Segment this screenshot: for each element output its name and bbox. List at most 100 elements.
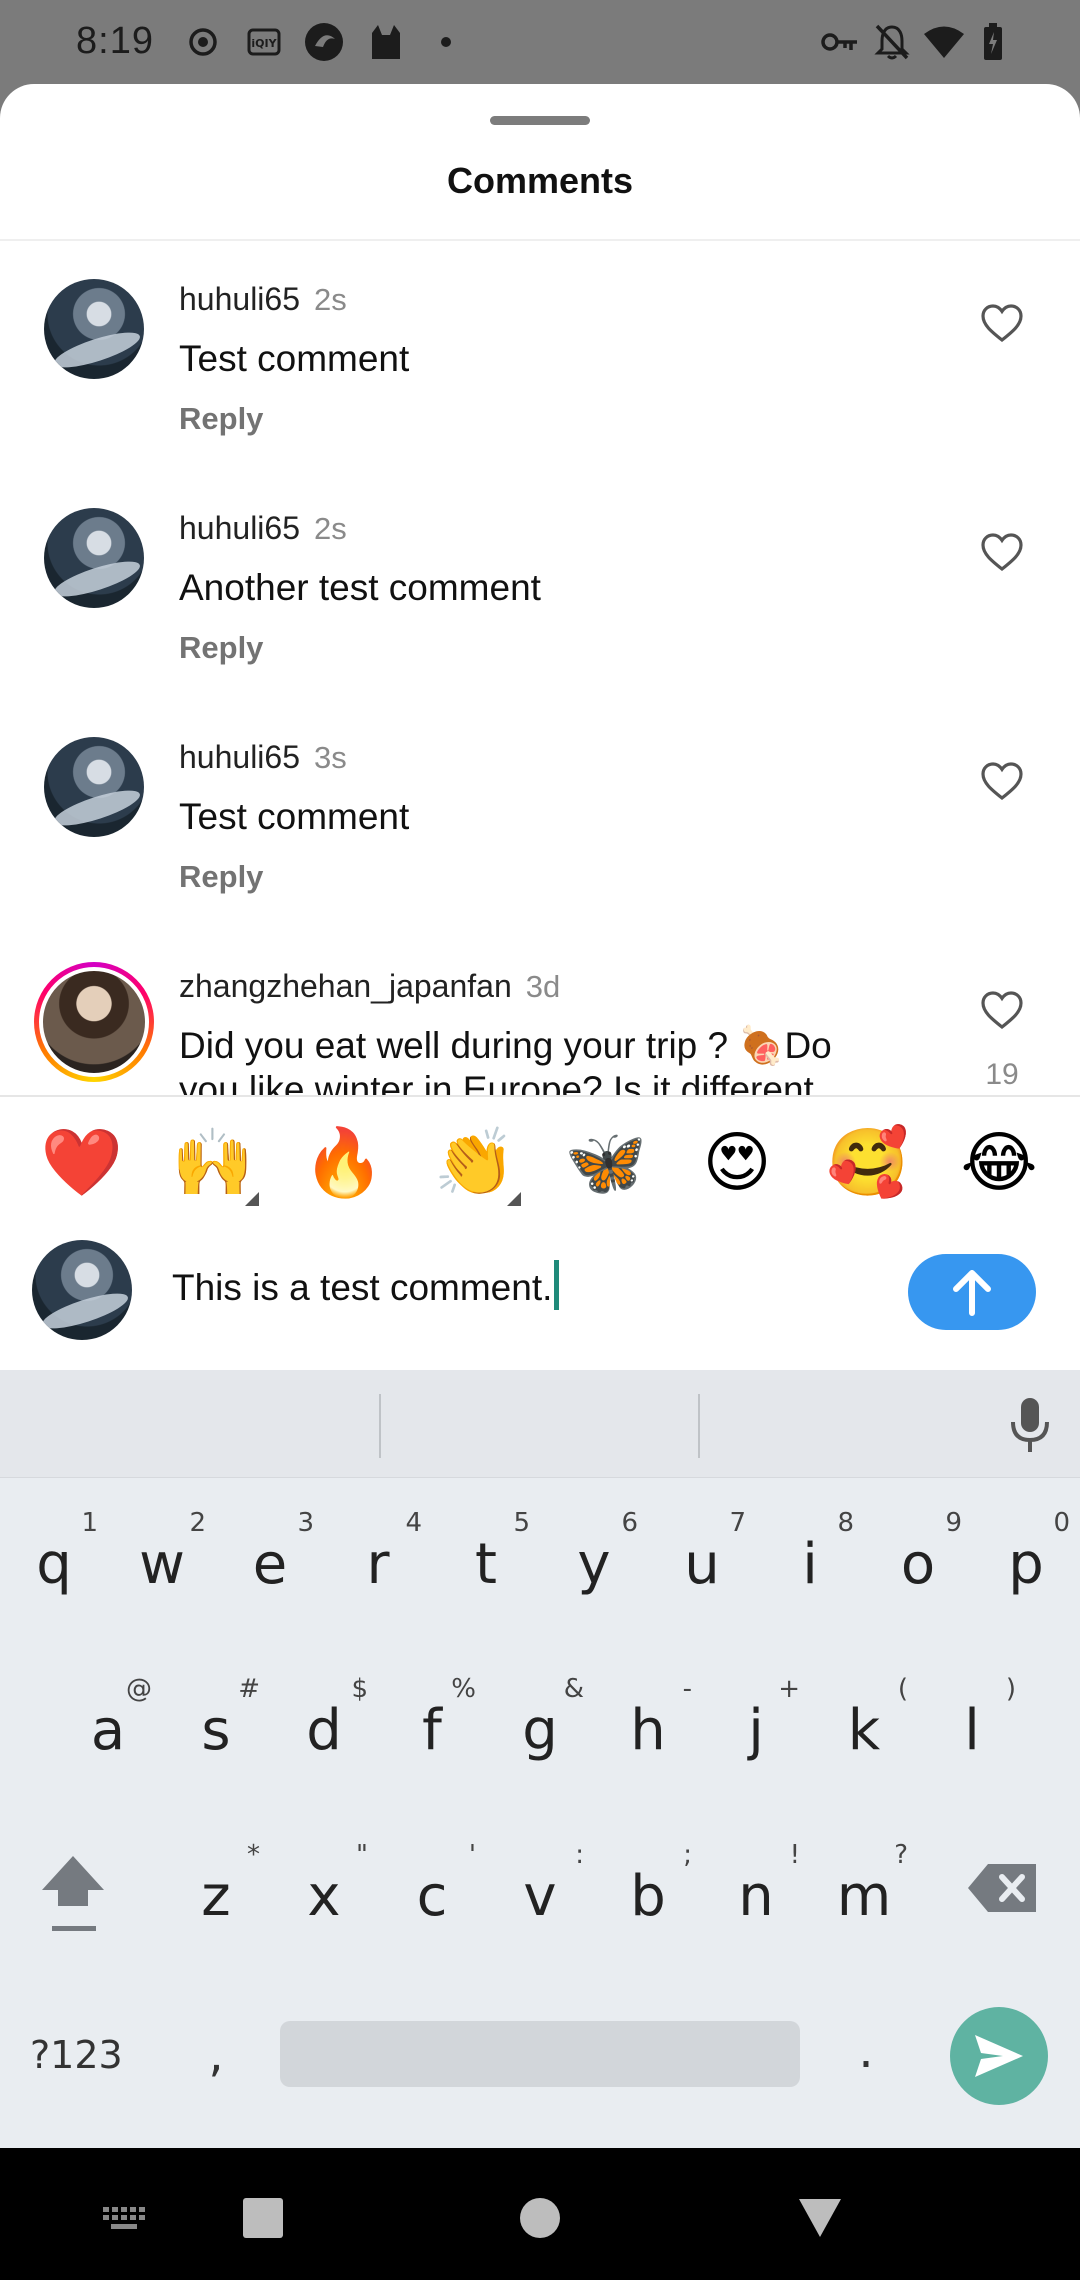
emoji-clap[interactable]: 👏 — [425, 1118, 525, 1208]
emoji-fire[interactable]: 🔥 — [294, 1118, 394, 1208]
comment-composer: This is a test comment. — [0, 1226, 1080, 1366]
key-u[interactable]: 7u — [652, 1496, 752, 1606]
emoji-heart-eyes[interactable]: 😍 — [687, 1118, 787, 1208]
heart-icon[interactable] — [978, 757, 1026, 805]
key-k[interactable]: (k — [814, 1662, 914, 1772]
key-f[interactable]: % f — [382, 1662, 482, 1772]
comment-text: Test comment — [179, 796, 410, 837]
battery-icon — [980, 20, 1006, 64]
key-icon — [820, 20, 860, 64]
key-j[interactable]: + j — [706, 1662, 806, 1772]
key-g[interactable]: & g — [490, 1662, 590, 1772]
key-e[interactable]: 3e — [220, 1496, 320, 1606]
emoji-raised-hands[interactable]: 🙌 — [163, 1118, 263, 1208]
post-comment-button[interactable] — [908, 1254, 1036, 1330]
backspace-icon — [968, 1864, 1036, 1912]
my-avatar — [32, 1240, 132, 1340]
key-p[interactable]: 0p — [976, 1496, 1076, 1606]
comment-item: huhuli65 2s Test comment Reply — [0, 241, 1080, 470]
square-icon — [243, 2198, 283, 2238]
key-n[interactable]: ! n — [706, 1828, 806, 1938]
comma-key[interactable]: , — [196, 2020, 236, 2090]
comment-time: 3s — [314, 740, 347, 775]
circle-icon — [520, 2198, 560, 2238]
cat-icon — [366, 20, 406, 64]
record-icon — [186, 20, 220, 64]
triangle-down-icon — [799, 2199, 841, 2237]
back-button[interactable] — [796, 2188, 844, 2248]
bell-off-icon — [872, 20, 912, 64]
arrow-up-icon — [953, 1270, 991, 1316]
svg-text:iQIY: iQIY — [251, 37, 277, 50]
comment-username[interactable]: huhuli65 — [179, 510, 300, 546]
comment-time: 2s — [314, 282, 347, 317]
reply-button[interactable]: Reply — [179, 859, 263, 895]
soft-keyboard: 1q 2w 3e 4r 5t 6y 7u 8i 9o 0p @ a # s $ d %… — [0, 1370, 1080, 2148]
comment-item: zhangzhehan_japanfan 3d Did you eat well … — [0, 928, 1080, 1095]
key-b[interactable]: ; b — [598, 1828, 698, 1938]
comment-text: Did you eat well during your trip ? 🍖Do … — [179, 1025, 832, 1095]
comment-username[interactable]: huhuli65 — [179, 281, 300, 317]
key-q[interactable]: 1q — [4, 1496, 104, 1606]
heart-icon[interactable] — [978, 299, 1026, 347]
navigation-bar — [0, 2148, 1080, 2280]
key-t[interactable]: 5t — [436, 1496, 536, 1606]
comment-item: huhuli65 2s Another test comment Reply — [0, 470, 1080, 699]
backspace-key[interactable] — [966, 1860, 1040, 1916]
keyboard-switch-icon[interactable] — [98, 2188, 150, 2248]
divider — [0, 1095, 1080, 1097]
key-l[interactable]: ) l — [922, 1662, 1022, 1772]
key-s[interactable]: # s — [166, 1662, 266, 1772]
comment-list[interactable]: huhuli65 2s Test comment Reply huhuli65 2s… — [0, 241, 1080, 1095]
key-y[interactable]: 6y — [544, 1496, 644, 1606]
reply-button[interactable]: Reply — [179, 401, 263, 437]
emoji-heart[interactable]: ❤️ — [32, 1118, 132, 1208]
emoji-butterfly[interactable]: 🦋 — [556, 1118, 656, 1208]
heart-icon[interactable] — [978, 528, 1026, 576]
space-key[interactable] — [280, 2021, 800, 2087]
comment-username[interactable]: zhangzhehan_japanfan — [179, 968, 512, 1004]
avatar[interactable] — [44, 737, 144, 837]
comment-text: Test comment — [179, 338, 410, 379]
key-z[interactable]: * z — [166, 1828, 266, 1938]
key-r[interactable]: 4r — [328, 1496, 428, 1606]
key-i[interactable]: 8i — [760, 1496, 860, 1606]
key-d[interactable]: $ d — [274, 1662, 374, 1772]
key-m[interactable]: ? m — [814, 1828, 914, 1938]
emoji-bar: ❤️ 🙌 🔥 👏 🦋 😍 🥰 😂 — [0, 1098, 1080, 1226]
key-o[interactable]: 9o — [868, 1496, 968, 1606]
key-x[interactable]: " x — [274, 1828, 374, 1938]
key-c[interactable]: ' c — [382, 1828, 482, 1938]
avatar[interactable] — [34, 962, 154, 1082]
divider — [698, 1394, 700, 1458]
comments-sheet: Comments huhuli65 2s Test comment Reply h… — [0, 84, 1080, 1370]
send-icon — [975, 2035, 1023, 2077]
emoji-smiling-hearts[interactable]: 🥰 — [818, 1118, 918, 1208]
wifi-icon — [922, 20, 966, 64]
heart-icon[interactable] — [978, 986, 1026, 1034]
shift-key[interactable] — [38, 1848, 108, 1938]
drag-handle[interactable] — [490, 116, 590, 125]
symbols-key[interactable]: ?123 — [30, 2027, 140, 2083]
text-cursor — [554, 1260, 560, 1310]
comment-input[interactable]: This is a test comment. — [172, 1260, 872, 1320]
suggestion-strip — [0, 1370, 1080, 1478]
key-w[interactable]: 2w — [112, 1496, 212, 1606]
recents-button[interactable] — [240, 2188, 286, 2248]
sheet-title: Comments — [446, 160, 634, 201]
comment-time: 2s — [314, 511, 347, 546]
emoji-joy[interactable]: 😂 — [949, 1118, 1049, 1208]
status-time: 8:19 — [76, 20, 154, 62]
comment-username[interactable]: huhuli65 — [179, 739, 300, 775]
key-v[interactable]: :v — [490, 1828, 590, 1938]
key-h[interactable]: -h — [598, 1662, 698, 1772]
period-key[interactable]: . — [846, 2016, 886, 2086]
home-button[interactable] — [518, 2188, 562, 2248]
key-a[interactable]: @ a — [58, 1662, 158, 1772]
avatar[interactable] — [44, 508, 144, 608]
send-key[interactable] — [950, 2007, 1048, 2105]
avatar[interactable] — [44, 279, 144, 379]
app-icon — [302, 20, 346, 64]
microphone-icon[interactable] — [1006, 1396, 1054, 1456]
reply-button[interactable]: Reply — [179, 630, 263, 666]
